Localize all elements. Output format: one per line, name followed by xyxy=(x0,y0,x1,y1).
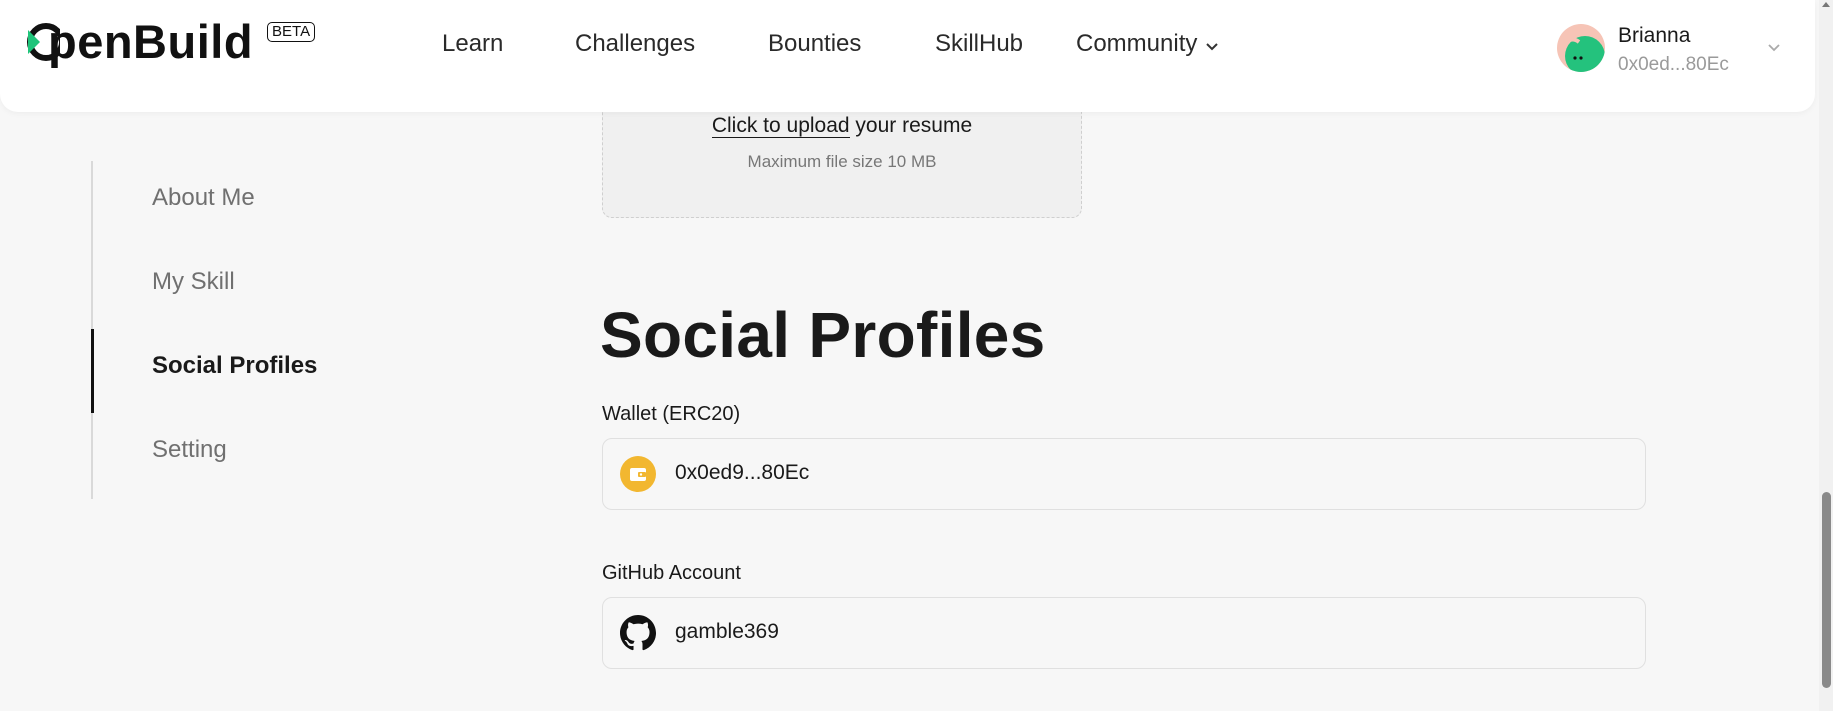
github-label: GitHub Account xyxy=(602,562,741,584)
wallet-icon xyxy=(620,456,656,492)
sidebar-item-my-skill[interactable]: My Skill xyxy=(152,268,235,296)
scrollbar-thumb[interactable] xyxy=(1822,492,1831,688)
user-menu[interactable]: Brianna 0x0ed...80Ec xyxy=(1557,22,1797,82)
sidebar-item-setting[interactable]: Setting xyxy=(152,436,227,464)
nav-community-label: Community xyxy=(1076,30,1198,57)
upload-size-note: Maximum file size 10 MB xyxy=(747,152,937,171)
logo-mark-icon xyxy=(26,18,65,61)
nav-learn[interactable]: Learn xyxy=(442,30,503,58)
section-title: Social Profiles xyxy=(600,299,1046,371)
chevron-down-icon[interactable] xyxy=(1767,40,1781,58)
scroll-up-arrow-icon[interactable] xyxy=(1822,2,1830,7)
wallet-field[interactable]: 0x0ed9...80Ec xyxy=(602,438,1646,510)
avatar xyxy=(1557,24,1605,72)
nav-skillhub[interactable]: SkillHub xyxy=(935,30,1023,58)
wallet-label: Wallet (ERC20) xyxy=(602,403,741,425)
logo-text: penBuild xyxy=(48,15,254,68)
upload-instruction: Click to upload your resume xyxy=(603,114,1081,138)
upload-instruction-rest: your resume xyxy=(849,114,973,137)
upload-link[interactable]: Click to upload xyxy=(711,114,850,138)
nav-community[interactable]: Community xyxy=(1076,30,1219,59)
github-username: gamble369 xyxy=(675,620,779,643)
sidebar-item-social-profiles[interactable]: Social Profiles xyxy=(152,352,317,380)
github-icon xyxy=(620,615,656,651)
top-header: penBuild BETA Learn Challenges Bounties … xyxy=(0,0,1815,112)
nav-bounties[interactable]: Bounties xyxy=(768,30,861,58)
page-scrollbar[interactable] xyxy=(1819,0,1833,711)
wallet-address: 0x0ed9...80Ec xyxy=(675,461,810,484)
sidebar-item-about-me[interactable]: About Me xyxy=(152,184,255,212)
github-field[interactable]: gamble369 xyxy=(602,597,1646,669)
nav-challenges[interactable]: Challenges xyxy=(575,30,695,58)
user-address: 0x0ed...80Ec xyxy=(1618,54,1729,75)
beta-badge: BETA xyxy=(267,22,316,42)
sidebar-active-indicator xyxy=(91,329,94,413)
chevron-down-icon xyxy=(1205,31,1219,59)
user-name: Brianna xyxy=(1618,24,1691,47)
openbuild-logo[interactable]: penBuild BETA xyxy=(26,15,316,68)
